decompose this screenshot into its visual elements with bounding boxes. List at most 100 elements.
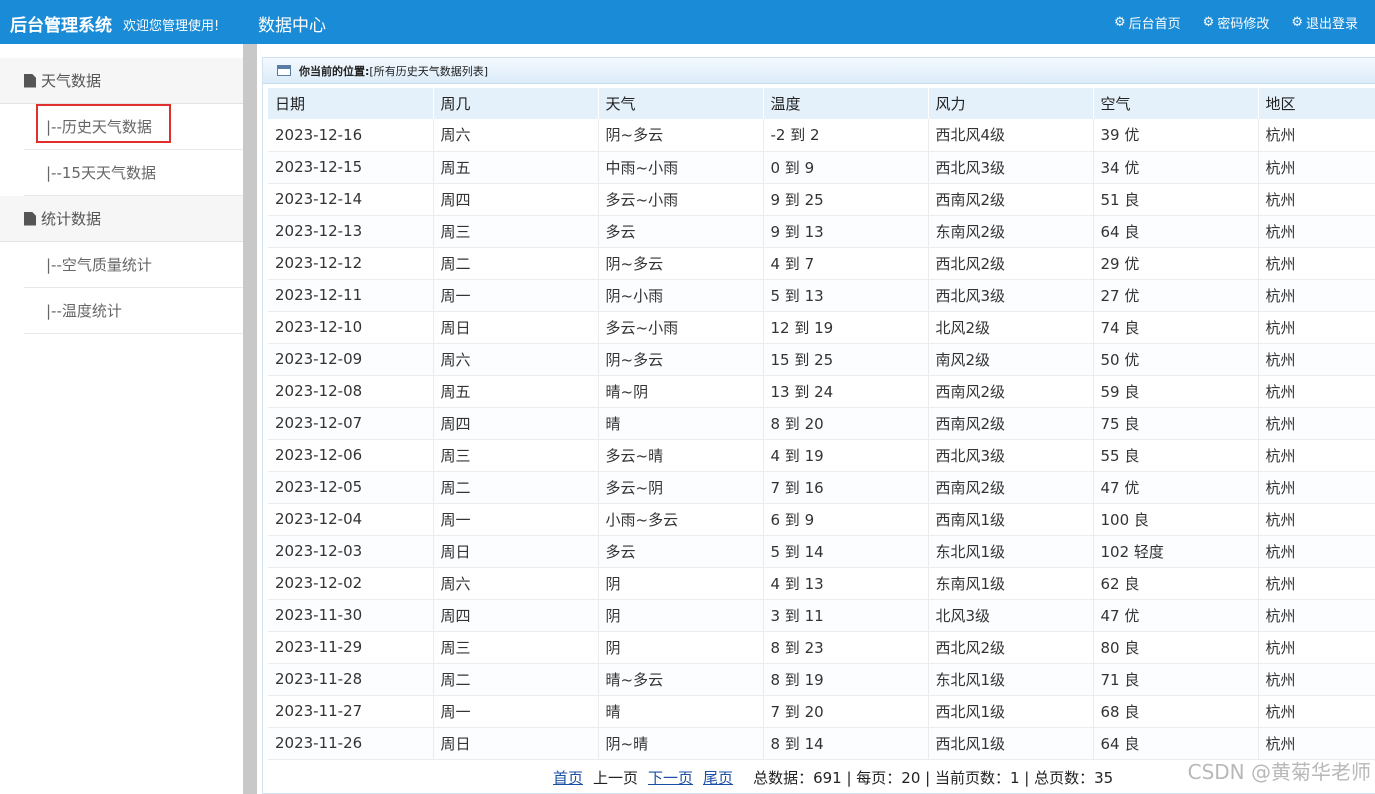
table-row: 2023-12-04 周一 小雨~多云 6 到 9 西南风1级 100 良杭州 bbox=[268, 503, 1375, 536]
table-row: 2023-12-16 周六 阴~多云 -2 到 2 西北风4级 39 优杭州 bbox=[268, 119, 1375, 152]
sidebar: 天气数据 |--历史天气数据 |--15天天气数据 统计数据 |--空气质量统计… bbox=[0, 44, 243, 794]
table-cell: 杭州 bbox=[1258, 663, 1375, 696]
table-cell: 杭州 bbox=[1258, 407, 1375, 440]
column-header: 温度 bbox=[763, 88, 929, 119]
table-cell: 杭州 bbox=[1258, 375, 1375, 408]
table-cell: 周五 bbox=[433, 375, 599, 408]
weather-table: 日期 周几 天气 温度 风力 空气 地区 2023-12-16 周六 阴~多云 -2 … bbox=[268, 88, 1375, 760]
sidebar-section-label: 天气数据 bbox=[41, 72, 102, 90]
gear-icon: ⚙ bbox=[1113, 15, 1126, 30]
table-cell: 多云~晴 bbox=[598, 439, 764, 472]
table-cell: 2023-12-11 bbox=[268, 279, 434, 312]
table-cell: 7 到 16 bbox=[763, 471, 929, 504]
table-cell: 多云 bbox=[598, 535, 764, 568]
table-cell: 周一 bbox=[433, 695, 599, 728]
table-cell: 阴 bbox=[598, 567, 764, 600]
table-cell: 9 到 25 bbox=[763, 183, 929, 216]
sidebar-section-weather[interactable]: 天气数据 bbox=[0, 58, 243, 104]
document-icon bbox=[24, 211, 36, 226]
table-cell: 39 优 bbox=[1093, 119, 1259, 152]
table-cell: 2023-12-02 bbox=[268, 567, 434, 600]
table-cell: 75 良 bbox=[1093, 407, 1259, 440]
table-cell: 周一 bbox=[433, 279, 599, 312]
sidebar-item-air-quality[interactable]: |--空气质量统计 bbox=[24, 242, 243, 288]
table-cell: 27 优 bbox=[1093, 279, 1259, 312]
column-header: 风力 bbox=[928, 88, 1094, 119]
change-password-link[interactable]: ⚙ 密码修改 bbox=[1203, 13, 1270, 32]
table-cell: 71 良 bbox=[1093, 663, 1259, 696]
table-cell: 周四 bbox=[433, 183, 599, 216]
table-cell: 杭州 bbox=[1258, 599, 1375, 632]
table-cell: 杭州 bbox=[1258, 567, 1375, 600]
next-page-link[interactable]: 下一页 bbox=[648, 767, 693, 788]
table-cell: 杭州 bbox=[1258, 503, 1375, 536]
active-item-highlight bbox=[36, 104, 171, 143]
table-cell: 周二 bbox=[433, 471, 599, 504]
table-cell: 2023-12-05 bbox=[268, 471, 434, 504]
table-cell: 周三 bbox=[433, 631, 599, 664]
table-row: 2023-12-09 周六 阴~多云 15 到 25 南风2级 50 优杭州 bbox=[268, 343, 1375, 376]
table-cell: 北风2级 bbox=[928, 311, 1094, 344]
sidebar-item-temperature[interactable]: |--温度统计 bbox=[24, 288, 243, 334]
table-cell: 2023-11-26 bbox=[268, 727, 434, 760]
table-cell: 西南风2级 bbox=[928, 183, 1094, 216]
logout-label: 退出登录 bbox=[1305, 17, 1358, 32]
splitter[interactable] bbox=[243, 44, 257, 794]
table-cell: 杭州 bbox=[1258, 631, 1375, 664]
table-cell: 晴 bbox=[598, 695, 764, 728]
table-cell: 3 到 11 bbox=[763, 599, 929, 632]
table-cell: 杭州 bbox=[1258, 471, 1375, 504]
column-header: 周几 bbox=[433, 88, 599, 119]
table-cell: 周四 bbox=[433, 407, 599, 440]
table-cell: -2 到 2 bbox=[763, 119, 929, 152]
table-cell: 阴~小雨 bbox=[598, 279, 764, 312]
table-cell: 13 到 24 bbox=[763, 375, 929, 408]
top-links: ⚙ 后台首页 ⚙ 密码修改 ⚙ 退出登录 bbox=[1114, 13, 1358, 32]
table-cell: 102 轻度 bbox=[1093, 535, 1259, 568]
table-cell: 西南风2级 bbox=[928, 407, 1094, 440]
change-password-label: 密码修改 bbox=[1217, 17, 1270, 32]
table-cell: 阴~多云 bbox=[598, 119, 764, 152]
home-link[interactable]: ⚙ 后台首页 bbox=[1114, 13, 1181, 32]
table-cell: 6 到 9 bbox=[763, 503, 929, 536]
table-row: 2023-11-30 周四阴 3 到 11 北风3级 47 优杭州 bbox=[268, 599, 1375, 632]
sidebar-section-statistics[interactable]: 统计数据 bbox=[0, 196, 243, 242]
table-cell: 中雨~小雨 bbox=[598, 151, 764, 184]
table-cell: 周六 bbox=[433, 567, 599, 600]
first-page-link[interactable]: 首页 bbox=[553, 767, 583, 788]
table-cell: 阴~多云 bbox=[598, 247, 764, 280]
table-cell: 杭州 bbox=[1258, 695, 1375, 728]
table-cell: 北风3级 bbox=[928, 599, 1094, 632]
table-cell: 100 良 bbox=[1093, 503, 1259, 536]
table-cell: 东南风2级 bbox=[928, 215, 1094, 248]
table-cell: 西北风3级 bbox=[928, 439, 1094, 472]
home-link-label: 后台首页 bbox=[1128, 17, 1181, 32]
table-cell: 杭州 bbox=[1258, 183, 1375, 216]
table-cell: 周五 bbox=[433, 151, 599, 184]
table-cell: 周三 bbox=[433, 215, 599, 248]
table-cell: 西北风3级 bbox=[928, 279, 1094, 312]
table-cell: 2023-12-14 bbox=[268, 183, 434, 216]
table-cell: 西北风2级 bbox=[928, 631, 1094, 664]
table-cell: 杭州 bbox=[1258, 727, 1375, 760]
table-cell: 55 良 bbox=[1093, 439, 1259, 472]
table-row: 2023-11-26 周日 阴~晴 8 到 14 西北风1级 64 良杭州 bbox=[268, 727, 1375, 760]
table-cell: 阴 bbox=[598, 631, 764, 664]
table-cell: 2023-11-30 bbox=[268, 599, 434, 632]
last-page-link[interactable]: 尾页 bbox=[703, 767, 733, 788]
table-cell: 杭州 bbox=[1258, 311, 1375, 344]
table-cell: 杭州 bbox=[1258, 439, 1375, 472]
logout-link[interactable]: ⚙ 退出登录 bbox=[1291, 13, 1358, 32]
table-cell: 51 良 bbox=[1093, 183, 1259, 216]
table-cell: 杭州 bbox=[1258, 343, 1375, 376]
table-cell: 东北风1级 bbox=[928, 663, 1094, 696]
prev-page-link[interactable]: 上一页 bbox=[593, 767, 638, 788]
table-cell: 8 到 19 bbox=[763, 663, 929, 696]
sidebar-item-15day-weather[interactable]: |--15天天气数据 bbox=[24, 150, 243, 196]
table-row: 2023-12-10 周日 多云~小雨 12 到 19 北风2级 74 良杭州 bbox=[268, 311, 1375, 344]
table-cell: 周二 bbox=[433, 663, 599, 696]
table-cell: 2023-12-15 bbox=[268, 151, 434, 184]
table-row: 2023-12-03 周日 多云 5 到 14 东北风1级 102 轻度 杭州 bbox=[268, 535, 1375, 568]
table-cell: 2023-12-12 bbox=[268, 247, 434, 280]
table-cell: 62 良 bbox=[1093, 567, 1259, 600]
